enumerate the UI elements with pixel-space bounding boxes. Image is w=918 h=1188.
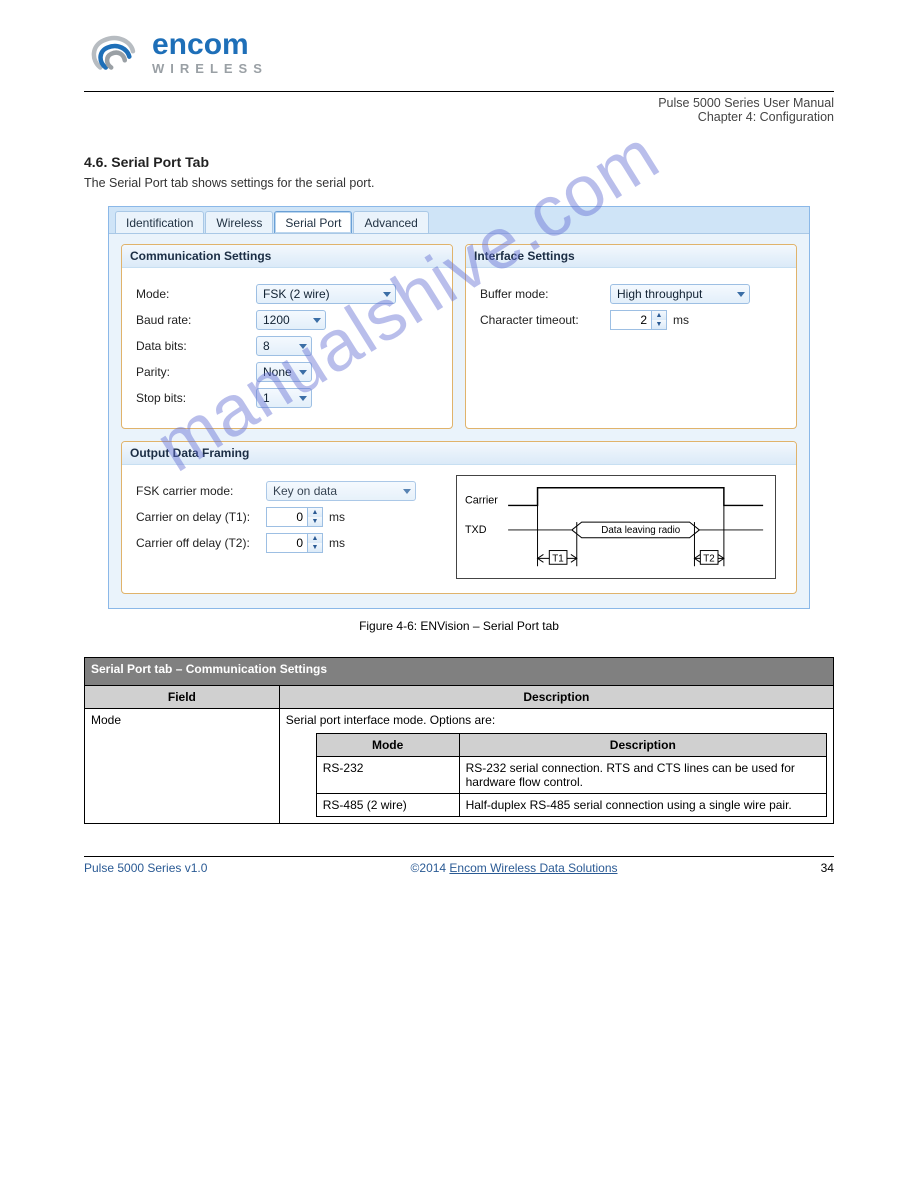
stopbits-select[interactable]: 1 [256, 388, 312, 408]
table-title: Serial Port tab – Communication Settings [85, 658, 834, 686]
step-down-icon[interactable]: ▼ [652, 320, 666, 329]
diagram-data-label: Data leaving radio [601, 525, 681, 536]
footer-left: Pulse 5000 Series v1.0 [84, 861, 207, 875]
parity-select[interactable]: None [256, 362, 312, 382]
diagram-carrier-label: Carrier [465, 494, 498, 506]
step-up-icon[interactable]: ▲ [652, 311, 666, 320]
chevron-down-icon [737, 292, 745, 297]
buffer-mode-select[interactable]: High throughput [610, 284, 750, 304]
char-timeout-input[interactable] [610, 310, 652, 330]
table-row: Mode Serial port interface mode. Options… [85, 709, 834, 824]
cell-field: Mode [85, 709, 280, 824]
timing-diagram: Carrier TXD Data leaving radio [456, 475, 776, 579]
step-up-icon[interactable]: ▲ [308, 534, 322, 543]
chevron-down-icon [313, 318, 321, 323]
diagram-txd-label: TXD [465, 524, 487, 536]
inner-col-mode: Mode [316, 734, 459, 757]
carrier-on-label: Carrier on delay (T1): [136, 510, 266, 524]
carrier-off-stepper[interactable]: ▲ ▼ ms [266, 533, 345, 553]
mode-label: Mode: [136, 287, 256, 301]
panel-interface-settings: Interface Settings Buffer mode: High thr… [465, 244, 797, 429]
stopbits-label: Stop bits: [136, 391, 256, 405]
diagram-t1-label: T1 [552, 553, 563, 564]
mode-value: FSK (2 wire) [263, 287, 330, 301]
table-row: RS-485 (2 wire) Half-duplex RS-485 seria… [316, 794, 826, 817]
col-field: Field [85, 686, 280, 709]
baud-select[interactable]: 1200 [256, 310, 326, 330]
panel-title: Communication Settings [122, 245, 452, 268]
cell-description: Serial port interface mode. Options are:… [279, 709, 833, 824]
header-meta: Pulse 5000 Series User Manual Chapter 4:… [0, 92, 918, 124]
tab-identification[interactable]: Identification [115, 211, 204, 233]
footer-copyright: ©2014 [411, 861, 450, 875]
carrier-on-unit: ms [329, 510, 345, 524]
carrier-on-input[interactable] [266, 507, 308, 527]
chevron-down-icon [299, 344, 307, 349]
panel-output-framing: Output Data Framing FSK carrier mode: Ke… [121, 441, 797, 594]
char-timeout-label: Character timeout: [480, 313, 610, 327]
section-heading: 4.6. Serial Port Tab [0, 124, 918, 174]
table-row: RS-232 RS-232 serial connection. RTS and… [316, 757, 826, 794]
baud-value: 1200 [263, 313, 290, 327]
col-description: Description [279, 686, 833, 709]
inner-col-desc: Description [459, 734, 826, 757]
parity-label: Parity: [136, 365, 256, 379]
page-footer: Pulse 5000 Series v1.0 ©2014 Encom Wirel… [84, 857, 834, 875]
fsk-mode-value: Key on data [273, 484, 337, 498]
brand-name: encom [152, 30, 268, 60]
inner-mode-name: RS-232 [316, 757, 459, 794]
inner-mode-name: RS-485 (2 wire) [316, 794, 459, 817]
section-subtext: The Serial Port tab shows settings for t… [0, 174, 918, 200]
tab-advanced[interactable]: Advanced [353, 211, 428, 233]
parity-value: None [263, 365, 292, 379]
mode-select[interactable]: FSK (2 wire) [256, 284, 396, 304]
chevron-down-icon [383, 292, 391, 297]
databits-label: Data bits: [136, 339, 256, 353]
mode-lead-text: Serial port interface mode. Options are: [286, 713, 827, 727]
brand-subtitle: WIRELESS [152, 62, 268, 75]
fsk-mode-label: FSK carrier mode: [136, 484, 266, 498]
app-window: Identification Wireless Serial Port Adva… [108, 206, 810, 609]
inner-mode-desc: RS-232 serial connection. RTS and CTS li… [459, 757, 826, 794]
panel-communication-settings: Communication Settings Mode: FSK (2 wire… [121, 244, 453, 429]
baud-label: Baud rate: [136, 313, 256, 327]
carrier-off-label: Carrier off delay (T2): [136, 536, 266, 550]
diagram-t2-label: T2 [703, 553, 714, 564]
fsk-mode-select[interactable]: Key on data [266, 481, 416, 501]
tab-bar: Identification Wireless Serial Port Adva… [109, 207, 809, 233]
stopbits-value: 1 [263, 391, 270, 405]
databits-value: 8 [263, 339, 270, 353]
char-timeout-unit: ms [673, 313, 689, 327]
carrier-off-input[interactable] [266, 533, 308, 553]
buffer-mode-value: High throughput [617, 287, 702, 301]
encom-logo-icon [84, 31, 142, 75]
mode-options-table: Mode Description RS-232 RS-232 serial co… [316, 733, 827, 817]
doc-title: Pulse 5000 Series User Manual [84, 96, 834, 110]
panel-title: Interface Settings [466, 245, 796, 268]
chevron-down-icon [299, 396, 307, 401]
panel-title: Output Data Framing [122, 442, 796, 465]
footer-page-number: 34 [821, 861, 834, 875]
doc-section: Chapter 4: Configuration [84, 110, 834, 124]
footer-company-link[interactable]: Encom Wireless Data Solutions [449, 861, 617, 875]
step-down-icon[interactable]: ▼ [308, 543, 322, 552]
inner-mode-desc: Half-duplex RS-485 serial connection usi… [459, 794, 826, 817]
step-up-icon[interactable]: ▲ [308, 508, 322, 517]
figure-caption: Figure 4-6: ENVision – Serial Port tab [108, 619, 810, 633]
tab-wireless[interactable]: Wireless [205, 211, 273, 233]
page-header: encom WIRELESS [0, 0, 918, 85]
chevron-down-icon [403, 489, 411, 494]
carrier-on-stepper[interactable]: ▲ ▼ ms [266, 507, 345, 527]
step-down-icon[interactable]: ▼ [308, 517, 322, 526]
tab-serial-port[interactable]: Serial Port [274, 211, 352, 233]
description-table: Serial Port tab – Communication Settings… [84, 657, 834, 824]
buffer-mode-label: Buffer mode: [480, 287, 610, 301]
databits-select[interactable]: 8 [256, 336, 312, 356]
carrier-off-unit: ms [329, 536, 345, 550]
chevron-down-icon [299, 370, 307, 375]
char-timeout-stepper[interactable]: ▲ ▼ ms [610, 310, 689, 330]
